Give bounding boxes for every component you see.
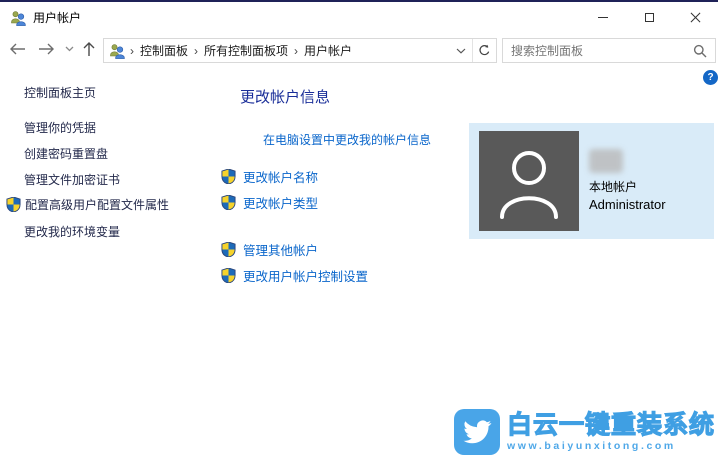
avatar: [479, 131, 579, 231]
change-account-type-link[interactable]: 更改帐户类型: [221, 193, 318, 212]
up-icon: [83, 41, 95, 56]
close-button[interactable]: [672, 2, 718, 33]
sidebar-item-label: 管理你的凭据: [24, 121, 97, 135]
minimize-icon: [598, 17, 608, 18]
watermark-url: www.baiyunxitong.com: [506, 440, 676, 452]
uac-shield-icon: [6, 197, 21, 212]
watermark-badge: [453, 409, 500, 455]
account-name-label: Administrator: [589, 197, 666, 212]
sidebar-item-label: 更改我的环境变量: [24, 225, 121, 239]
twitter-bird-icon: [463, 420, 492, 444]
navigation-bar: › 控制面板 › 所有控制面板项 › 用户帐户: [0, 33, 718, 65]
refresh-icon: [479, 44, 490, 56]
breadcrumb-chevron-icon: ›: [130, 43, 134, 58]
breadcrumb-chevron-icon: ›: [294, 43, 299, 58]
help-icon: ?: [707, 72, 714, 83]
account-type-label: 本地帐户: [589, 180, 638, 194]
breadcrumb-item-user-accounts[interactable]: 用户帐户: [300, 42, 356, 59]
address-bar[interactable]: › 控制面板 › 所有控制面板项 › 用户帐户: [103, 38, 497, 63]
redacted-username: [589, 149, 623, 173]
minimize-button[interactable]: [580, 2, 626, 33]
uac-shield-icon: [221, 195, 236, 210]
uac-shield-icon: [221, 242, 236, 257]
chevron-down-icon: [65, 46, 73, 52]
sidebar-item-control-panel-home[interactable]: 控制面板主页: [24, 84, 96, 101]
user-accounts-icon: [11, 10, 26, 26]
search-icon[interactable]: [693, 44, 707, 58]
uac-shield-icon: [221, 169, 236, 184]
search-input[interactable]: [503, 39, 693, 62]
forward-icon: [38, 43, 54, 55]
close-icon: [690, 13, 700, 23]
sidebar-item-manage-file-encryption-certificates[interactable]: 管理文件加密证书: [24, 171, 120, 188]
sidebar-item-manage-credentials[interactable]: 管理你的凭据: [24, 119, 96, 136]
sidebar-item-label: 控制面板主页: [24, 86, 97, 100]
page-title: 更改帐户信息: [240, 89, 331, 106]
sidebar-item-create-password-reset-disk[interactable]: 创建密码重置盘: [24, 145, 108, 162]
pc-settings-link[interactable]: 在电脑设置中更改我的帐户信息: [263, 131, 431, 148]
breadcrumb-item-control-panel[interactable]: 控制面板: [136, 42, 192, 59]
sidebar-item-label: 创建密码重置盘: [24, 147, 109, 161]
help-button[interactable]: ?: [703, 70, 718, 85]
sidebar-item-change-environment-variables[interactable]: 更改我的环境变量: [24, 223, 120, 240]
person-icon: [500, 151, 558, 219]
back-button[interactable]: [6, 33, 28, 65]
change-account-name-link[interactable]: 更改帐户名称: [221, 167, 318, 186]
task-link-label: 更改用户帐户控制设置: [243, 270, 369, 284]
back-icon: [9, 43, 25, 55]
refresh-button[interactable]: [472, 39, 496, 62]
task-link-label: 更改帐户名称: [243, 171, 319, 185]
breadcrumb-item-all-items[interactable]: 所有控制面板项: [200, 42, 292, 59]
maximize-icon: [644, 13, 654, 22]
account-info-panel: 本地帐户 Administrator: [469, 123, 714, 239]
maximize-button[interactable]: [626, 2, 672, 33]
address-dropdown-button[interactable]: [450, 39, 472, 62]
forward-button[interactable]: [35, 33, 57, 65]
task-link-label: 更改帐户类型: [243, 197, 319, 211]
manage-another-account-link[interactable]: 管理其他帐户: [221, 240, 318, 259]
watermark: 白云一键重装系统 www.baiyunxitong.com: [453, 409, 715, 455]
breadcrumb-chevron-icon: ›: [194, 43, 199, 58]
window-title: 用户帐户: [33, 11, 82, 25]
chevron-down-icon: [456, 48, 466, 54]
sidebar-item-label: 配置高级用户配置文件属性: [25, 198, 170, 212]
recent-pages-button[interactable]: [61, 33, 77, 65]
user-accounts-breadcrumb-icon: [110, 43, 125, 59]
title-bar: 用户帐户: [0, 2, 718, 33]
uac-shield-icon: [221, 268, 236, 283]
change-uac-settings-link[interactable]: 更改用户帐户控制设置: [221, 266, 368, 285]
up-button[interactable]: [78, 33, 100, 65]
watermark-title: 白云一键重装系统: [506, 411, 715, 439]
sidebar-item-label: 管理文件加密证书: [24, 173, 121, 187]
sidebar-item-advanced-user-profiles[interactable]: 配置高级用户配置文件属性: [6, 196, 169, 213]
task-link-label: 管理其他帐户: [243, 244, 319, 258]
search-box: [502, 38, 716, 63]
